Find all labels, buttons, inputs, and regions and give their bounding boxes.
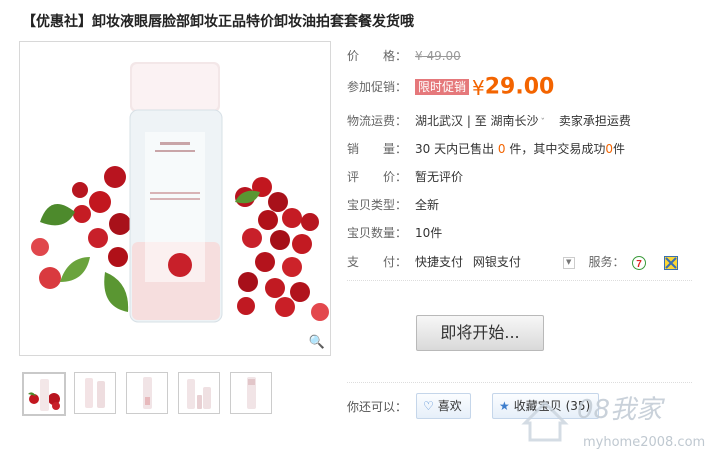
payment-row: 支 付： 快捷支付 网银支付 ▼ 服务： 7 bbox=[347, 252, 679, 272]
ship-to-select[interactable]: 湖南长沙 ˇ bbox=[491, 114, 546, 128]
like-label: 喜欢 bbox=[437, 399, 462, 413]
promo-tag: 限时促销 bbox=[415, 78, 470, 95]
magnifier-icon[interactable]: 🔍 bbox=[308, 334, 326, 352]
ship-note: 卖家承担运费 bbox=[558, 114, 631, 128]
shipping-label: 物流运费： bbox=[347, 114, 408, 128]
sales-mid: 件，其中交易成功 bbox=[509, 142, 606, 156]
quantity-row: 宝贝数量： 10件 bbox=[347, 223, 442, 243]
product-title: 【优惠社】卸妆液眼唇脸部卸妆正品特价卸妆油拍套套餐发货哦 bbox=[22, 14, 414, 30]
promo-row: 参加促销： 限时促销 ¥29.00 bbox=[347, 74, 554, 100]
chevron-down-icon: ˇ bbox=[540, 118, 546, 128]
price-label: 价 格： bbox=[347, 49, 408, 63]
thumbnail-3[interactable] bbox=[126, 372, 168, 414]
ship-separator: | 至 bbox=[466, 114, 487, 128]
payment-label: 支 付： bbox=[347, 255, 408, 269]
thumbnail-image bbox=[247, 377, 256, 409]
sales-count: 0 bbox=[497, 142, 506, 156]
thumbnail-image bbox=[85, 378, 105, 408]
thumbnail-image bbox=[187, 379, 211, 409]
sales-prefix: 30 天内已售出 bbox=[415, 142, 495, 156]
sales-row: 销 量： 30 天内已售出 0 件，其中交易成功0件 bbox=[347, 139, 625, 159]
thumbnail-image bbox=[28, 379, 60, 411]
original-price: ¥ 49.00 bbox=[415, 49, 461, 63]
promo-price: 29.00 bbox=[484, 74, 555, 100]
promo-label: 参加促销： bbox=[347, 80, 408, 94]
rating-label: 评 价： bbox=[347, 170, 408, 184]
product-main-image[interactable]: 🔍 bbox=[19, 41, 331, 356]
divider-top bbox=[347, 280, 692, 281]
pay-bank: 网银支付 bbox=[472, 255, 521, 269]
also-label: 你还可以： bbox=[347, 400, 408, 414]
service-label: 服务： bbox=[588, 255, 625, 269]
shipping-row: 物流运费： 湖北武汉 | 至 湖南长沙 ˇ 卖家承担运费 bbox=[347, 111, 631, 131]
watermark-brand: 08我家 bbox=[577, 395, 665, 425]
type-value: 全新 bbox=[415, 198, 440, 212]
type-label: 宝贝类型： bbox=[347, 198, 408, 212]
heart-icon: ♡ bbox=[423, 399, 434, 413]
pay-quick: 快捷支付 bbox=[415, 255, 464, 269]
price-row: 价 格： ¥ 49.00 bbox=[347, 46, 461, 66]
buy-now-button[interactable]: 即将开始... bbox=[416, 315, 544, 351]
rating-value: 暂无评价 bbox=[415, 170, 464, 184]
svg-text:7: 7 bbox=[637, 259, 643, 270]
quantity-value: 10件 bbox=[415, 226, 443, 240]
sales-label: 销 量： bbox=[347, 142, 408, 156]
seven-day-return-icon[interactable]: 7 bbox=[632, 255, 647, 270]
thumbnail-4[interactable] bbox=[178, 372, 220, 414]
ship-to: 湖南长沙 bbox=[490, 114, 539, 128]
watermark-url: myhome2008.com bbox=[583, 435, 705, 450]
thumbnail-image bbox=[143, 377, 152, 409]
like-button[interactable]: ♡ 喜欢 bbox=[416, 393, 471, 419]
ship-from: 湖北武汉 bbox=[415, 114, 464, 128]
thumbnail-2[interactable] bbox=[74, 372, 116, 414]
thumbnail-1[interactable] bbox=[22, 372, 66, 416]
type-row: 宝贝类型： 全新 bbox=[347, 195, 439, 215]
sales-suffix: 件 bbox=[613, 142, 626, 156]
currency-symbol: ¥ bbox=[472, 75, 485, 100]
rating-row: 评 价： 暂无评价 bbox=[347, 167, 463, 187]
site-watermark: 08我家 myhome2008.com bbox=[521, 395, 705, 450]
service-badge-icon[interactable] bbox=[664, 255, 679, 270]
sales-success-count: 0 bbox=[605, 142, 614, 156]
product-photo bbox=[31, 62, 329, 323]
thumbnail-5[interactable] bbox=[230, 372, 272, 414]
payment-dropdown-icon[interactable]: ▼ bbox=[562, 256, 575, 269]
quantity-label: 宝贝数量： bbox=[347, 226, 408, 240]
